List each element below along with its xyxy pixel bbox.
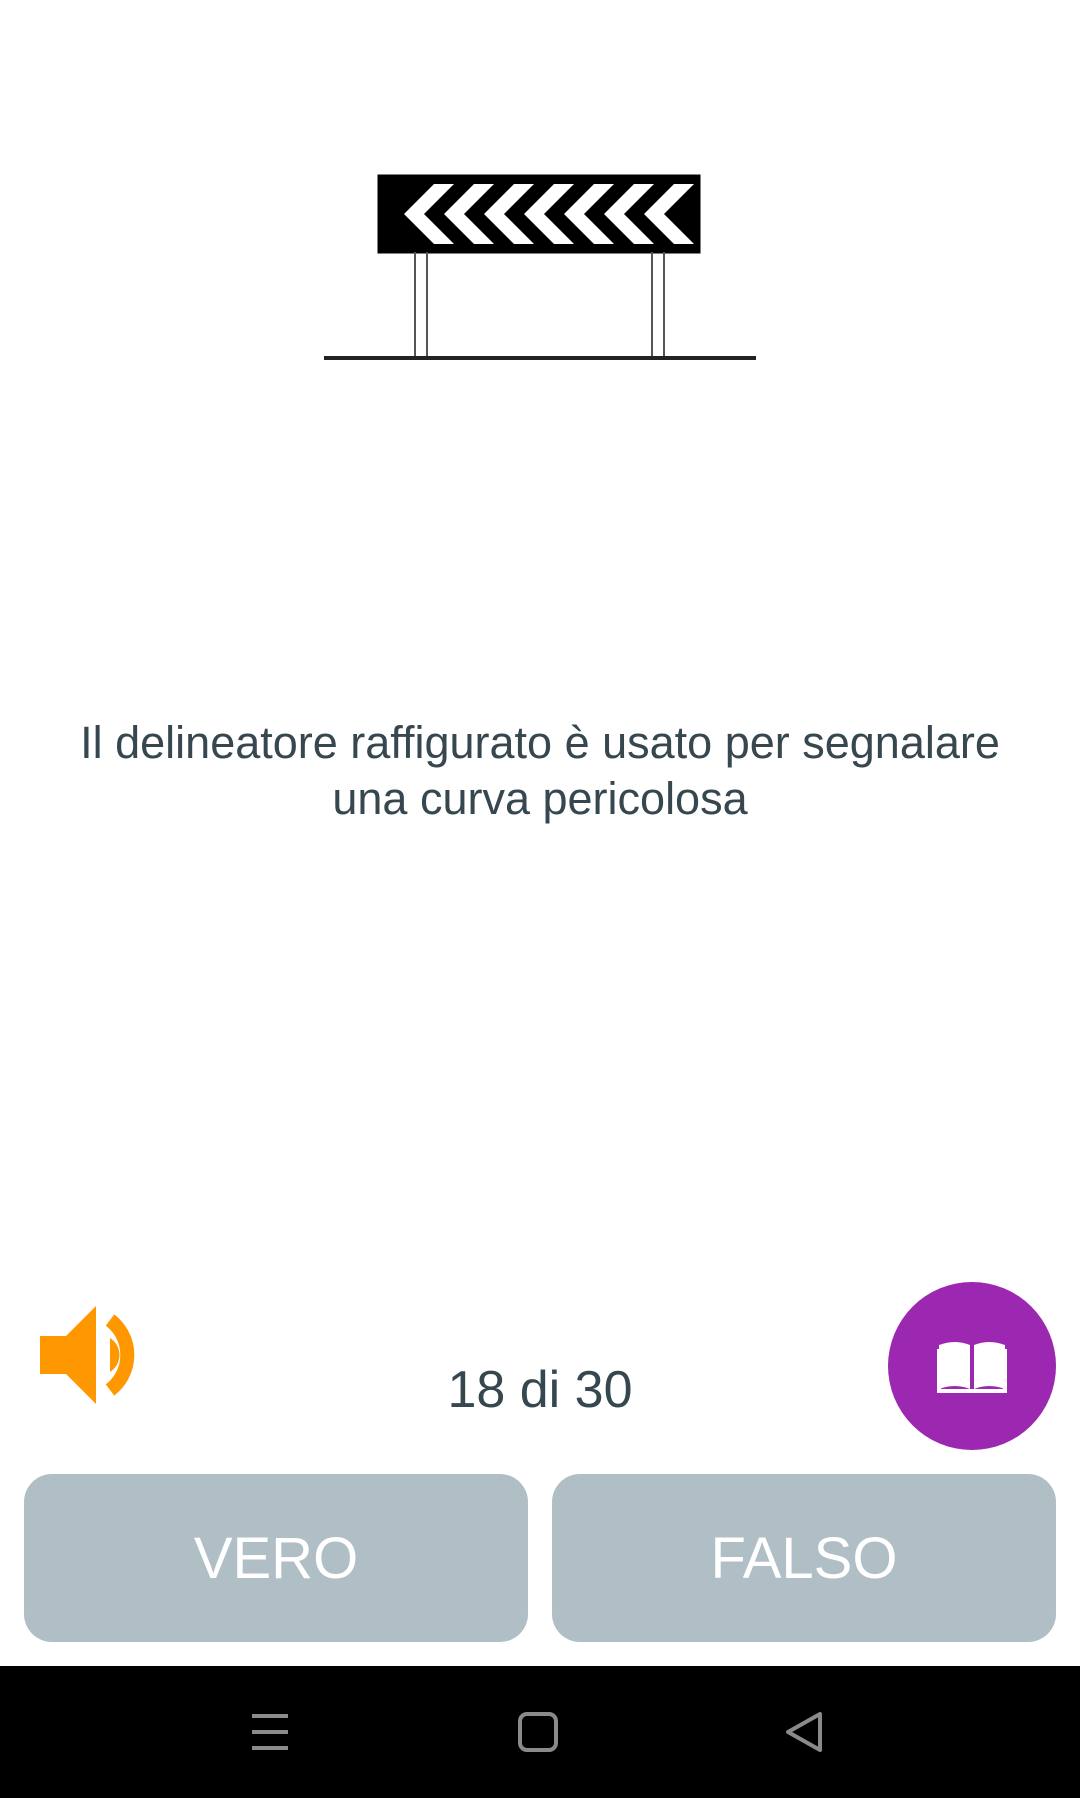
- system-navigation-bar: [0, 1666, 1080, 1798]
- back-icon[interactable]: [774, 1706, 834, 1758]
- home-icon[interactable]: [508, 1706, 568, 1758]
- book-icon: [937, 1342, 1007, 1393]
- question-counter: 18 di 30: [447, 1361, 633, 1419]
- speaker-icon[interactable]: [38, 1298, 154, 1410]
- quiz-screen: Il delineatore raffigurato è usato per s…: [0, 0, 1080, 1798]
- true-answer-button[interactable]: VERO: [24, 1474, 528, 1642]
- theory-book-button[interactable]: [888, 1282, 1056, 1450]
- false-answer-label: FALSO: [710, 1525, 898, 1591]
- question-text: Il delineatore raffigurato è usato per s…: [80, 717, 1000, 824]
- false-answer-button[interactable]: FALSO: [552, 1474, 1056, 1642]
- true-answer-label: VERO: [193, 1525, 359, 1591]
- menu-icon[interactable]: [240, 1706, 300, 1758]
- chevron-delineator-sign-image: [324, 174, 756, 360]
